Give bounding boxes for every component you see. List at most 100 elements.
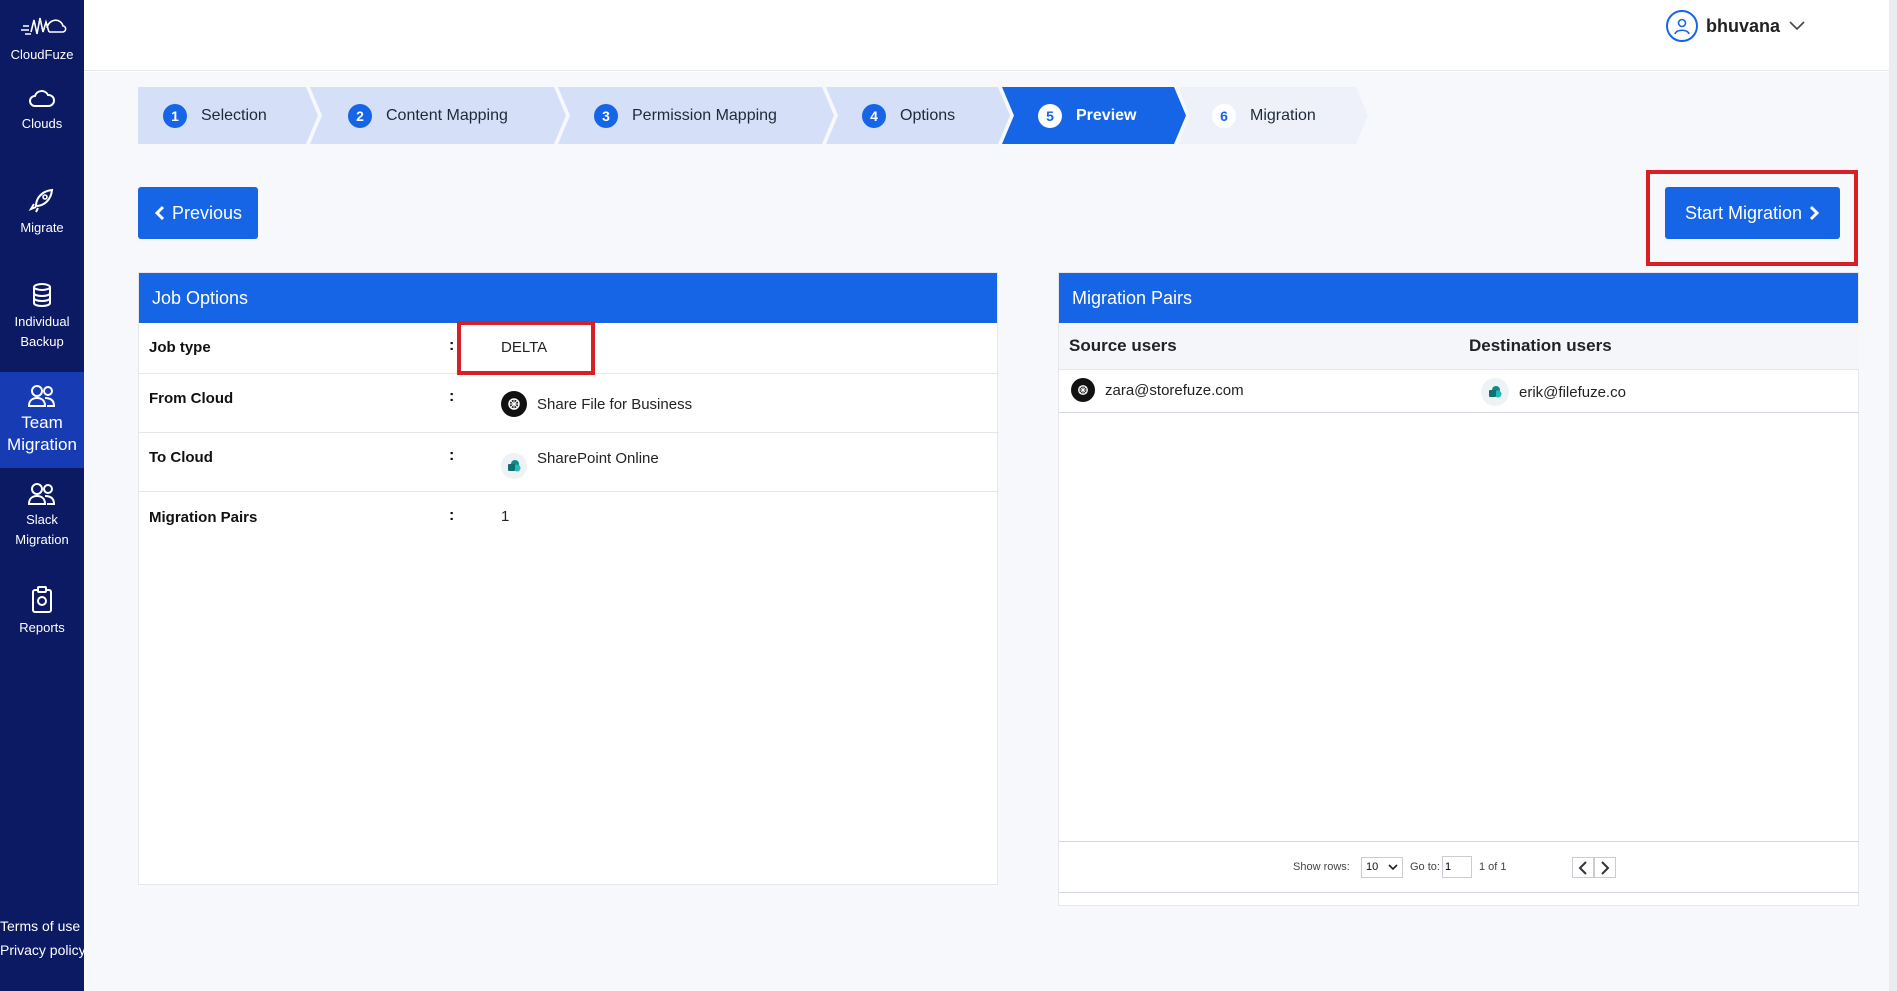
migration-pairs-row: Migration Pairs : 1: [139, 492, 999, 544]
destination-user-email: erik@filefuze.co: [1519, 383, 1626, 401]
page-scrollbar[interactable]: [1889, 0, 1897, 991]
database-icon: [33, 283, 51, 307]
from-cloud-label: From Cloud: [149, 390, 234, 407]
sidebar-item-reports[interactable]: Reports: [0, 586, 84, 642]
terms-of-use-link[interactable]: Terms of use: [0, 918, 84, 934]
step-label: Permission Mapping: [632, 106, 777, 124]
sidebar-item-label: Slack Migration: [15, 512, 69, 547]
sidebar-item-label: Migrate: [20, 220, 64, 235]
chevron-left-icon: [154, 205, 165, 221]
step-permission-mapping[interactable]: 3 Permission Mapping: [558, 87, 834, 144]
sidebar-item-label: Individual Backup: [14, 314, 70, 349]
cloudfuze-logo: [21, 17, 67, 35]
go-to-label: Go to:: [1410, 861, 1440, 873]
brand-logo[interactable]: CloudFuze: [0, 6, 84, 62]
migration-pairs-value: 1: [501, 508, 510, 525]
pagination-bar: Show rows: 10 Go to: 1 of 1: [1059, 841, 1859, 893]
step-label: Migration: [1250, 106, 1316, 124]
sharefile-icon: [1071, 378, 1095, 402]
column-header-destination: Destination users: [1469, 336, 1612, 355]
sharefile-icon: [501, 391, 527, 417]
step-label: Options: [900, 106, 956, 124]
next-page-button[interactable]: [1594, 857, 1616, 878]
rocket-icon: [28, 188, 54, 213]
user-icon: [1674, 18, 1690, 35]
previous-button[interactable]: Previous: [138, 187, 258, 239]
job-options-panel: Job Options Job type : DELTA From Cloud …: [138, 272, 999, 885]
chevron-right-icon: [1601, 860, 1610, 875]
avatar: [1666, 10, 1698, 42]
user-menu[interactable]: bhuvana: [1666, 10, 1806, 42]
team-icon: [27, 385, 56, 407]
chevron-right-icon: [1809, 205, 1820, 221]
step-label: Content Mapping: [386, 106, 508, 124]
destination-user-cell: erik@filefuze.co: [1481, 378, 1626, 406]
separator: :: [449, 388, 455, 405]
separator: :: [449, 507, 455, 524]
column-header-source: Source users: [1069, 336, 1177, 355]
chevron-left-icon: [1578, 860, 1587, 875]
username: bhuvana: [1706, 15, 1781, 36]
migration-pairs-label: Migration Pairs: [149, 509, 258, 526]
chevron-down-icon: [1789, 21, 1805, 31]
job-type-row: Job type : DELTA: [139, 321, 999, 375]
go-to-page-input[interactable]: [1442, 856, 1472, 878]
page-info: 1 of 1: [1479, 861, 1507, 873]
privacy-policy-link[interactable]: Privacy policy: [0, 942, 84, 958]
wizard-stepper: 1 Selection 2 Content Mapping 3 Permissi…: [138, 87, 1458, 144]
source-user-cell: zara@storefuze.com: [1071, 378, 1244, 402]
migration-pairs-title: Migration Pairs: [1059, 273, 1858, 323]
source-user-email: zara@storefuze.com: [1105, 381, 1244, 399]
step-number: 4: [862, 103, 886, 128]
step-content-mapping[interactable]: 2 Content Mapping: [310, 87, 566, 144]
top-header: bhuvana: [84, 0, 1897, 71]
team-icon: [27, 483, 56, 505]
step-preview[interactable]: 5 Preview: [1002, 87, 1186, 144]
brand-name: CloudFuze: [10, 47, 74, 62]
previous-button-label: Previous: [171, 202, 243, 223]
prev-page-button[interactable]: [1572, 857, 1594, 878]
table-header: Source users Destination users: [1059, 323, 1859, 370]
job-type-label: Job type: [149, 339, 211, 356]
sharepoint-icon: [501, 453, 527, 479]
job-options-title: Job Options: [139, 273, 997, 323]
cloud-icon: [29, 90, 55, 107]
sidebar-item-individual-backup[interactable]: Individual Backup: [0, 282, 84, 358]
rows-per-page-select[interactable]: 10: [1361, 857, 1403, 878]
separator: :: [449, 337, 455, 354]
sharepoint-icon: [1481, 378, 1509, 406]
sidebar-item-migrate[interactable]: Migrate: [0, 186, 84, 242]
from-cloud-value-wrap: Share File for Business: [501, 391, 692, 417]
migration-pairs-panel: Migration Pairs Source users Destination…: [1058, 272, 1859, 906]
start-migration-label: Start Migration: [1684, 202, 1803, 223]
step-number: 3: [594, 103, 618, 128]
to-cloud-row: To Cloud : SharePoint Online: [139, 433, 999, 492]
from-cloud-value: Share File for Business: [537, 395, 693, 413]
main-content: 1 Selection 2 Content Mapping 3 Permissi…: [84, 72, 1897, 991]
show-rows-label: Show rows:: [1293, 861, 1350, 873]
start-migration-button[interactable]: Start Migration: [1665, 187, 1840, 239]
to-cloud-label: To Cloud: [149, 449, 213, 466]
sidebar-item-label: Clouds: [21, 116, 63, 131]
to-cloud-value-wrap: SharePoint Online: [501, 443, 659, 479]
sidebar-item-team-migration[interactable]: Team Migration: [0, 372, 84, 468]
step-number: 2: [348, 103, 372, 128]
sidebar-item-label: Team Migration: [7, 413, 77, 454]
step-migration[interactable]: 6 Migration: [1178, 87, 1368, 144]
step-label: Selection: [201, 106, 267, 124]
clipboard-icon: [32, 586, 52, 613]
table-row[interactable]: zara@storefuze.com erik@filefuze.co: [1059, 370, 1859, 413]
to-cloud-value: SharePoint Online: [537, 449, 659, 467]
step-selection[interactable]: 1 Selection: [138, 87, 318, 144]
sidebar-item-label: Reports: [19, 620, 65, 635]
step-number: 1: [163, 103, 187, 128]
step-options[interactable]: 4 Options: [826, 87, 1010, 144]
step-number: 5: [1038, 103, 1062, 128]
rows-per-page-value: 10: [1366, 861, 1379, 873]
step-number: 6: [1212, 103, 1236, 128]
sidebar-item-slack-migration[interactable]: Slack Migration: [0, 482, 84, 558]
sidebar-item-clouds[interactable]: Clouds: [0, 88, 84, 142]
step-label: Preview: [1076, 106, 1137, 124]
from-cloud-row: From Cloud : Share File for Business: [139, 374, 999, 433]
chevron-down-icon: [1388, 864, 1398, 871]
